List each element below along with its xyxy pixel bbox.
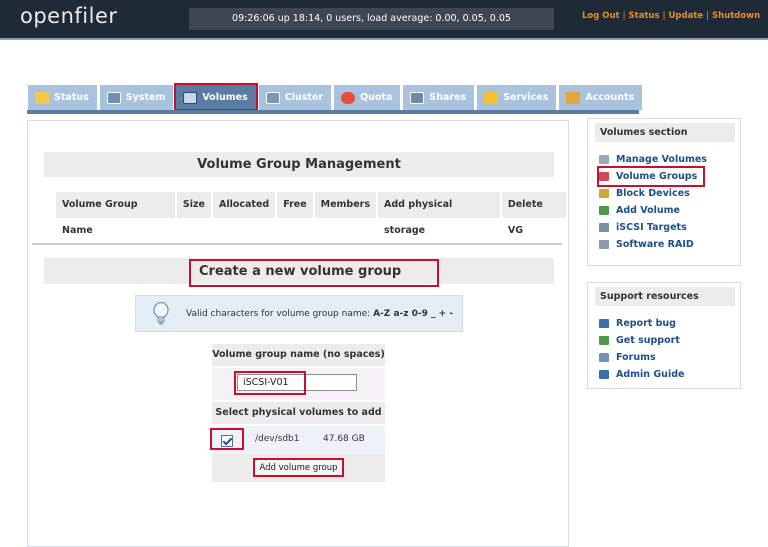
openfiler-logo: openfiler (20, 4, 118, 28)
sidebar-item-label: iSCSI Targets (616, 222, 687, 233)
block-devices-icon (599, 189, 609, 198)
tab-accounts[interactable]: Accounts (558, 84, 644, 110)
update-link[interactable]: Update (669, 11, 704, 21)
tab-cluster[interactable]: Cluster (257, 84, 333, 110)
create-vg-title: Create a new volume group (189, 259, 439, 287)
sidebar-item-label: Admin Guide (616, 369, 685, 380)
volumes-section-box: Volumes section Manage Volumes Volume Gr… (587, 118, 741, 266)
valid-chars-text: Valid characters for volume group name: … (186, 309, 453, 319)
sidebar-item-get-support[interactable]: Get support (599, 332, 684, 349)
support-resources-list: Report bug Get support Forums Admin Guid… (599, 315, 684, 383)
tab-volumes[interactable]: Volumes (174, 83, 258, 111)
pv-size: 47.68 GB (323, 434, 365, 444)
status-icon (35, 91, 49, 104)
sidebar-item-iscsi-targets[interactable]: iSCSI Targets (599, 219, 707, 236)
col-vg-name: Volume Group Name (56, 192, 175, 236)
tab-label: Status (54, 92, 89, 103)
forums-icon (599, 353, 609, 362)
tab-system[interactable]: System (98, 84, 175, 110)
pv-select-label: Select physical volumes to add (212, 402, 385, 424)
manage-volumes-icon (599, 155, 609, 164)
create-vg-form: Volume group name (no spaces) Select phy… (210, 344, 385, 482)
system-status-bar: 09:26:06 up 18:14, 0 users, load average… (189, 8, 554, 30)
support-resources-title: Support resources (595, 287, 735, 306)
main-panel: Volume Group Management Volume Group Nam… (27, 120, 569, 547)
info-label: Valid characters for volume group name: (186, 309, 371, 319)
sidebar-item-manage-volumes[interactable]: Manage Volumes (599, 151, 707, 168)
vg-name-label: Volume group name (no spaces) (212, 344, 385, 366)
quota-icon (341, 91, 356, 104)
software-raid-icon (599, 240, 609, 249)
main-tabs: Status System Volumes Cluster Quota Shar… (27, 83, 644, 111)
top-links: Log Out | Status | Update | Shutdown (582, 11, 761, 21)
tab-label: Shares (429, 92, 467, 103)
tab-label: Quota (360, 92, 393, 103)
col-allocated: Allocated (212, 192, 276, 218)
pv-device: /dev/sdb1 (255, 434, 300, 444)
tab-label: Cluster (284, 92, 324, 103)
sidebar-item-label: Get support (616, 335, 680, 346)
support-resources-box: Support resources Report bug Get support… (587, 282, 741, 389)
tab-underline (27, 110, 639, 114)
pv-checkbox[interactable] (221, 435, 233, 447)
admin-guide-icon (599, 370, 609, 379)
tab-quota[interactable]: Quota (333, 84, 402, 110)
accounts-icon (566, 91, 581, 104)
vg-management-title: Volume Group Management (44, 152, 554, 177)
sidebar-item-forums[interactable]: Forums (599, 349, 684, 366)
status-link[interactable]: Status (629, 11, 660, 21)
get-support-icon (599, 336, 609, 345)
cluster-icon (265, 91, 280, 104)
valid-chars: A-Z a-z 0-9 _ + - (373, 309, 454, 319)
tab-label: Services (503, 92, 549, 103)
submit-row: Add volume group (212, 454, 385, 482)
vg-table-header: Volume Group Name Size Allocated Free Me… (56, 192, 568, 236)
sidebar-item-label: Block Devices (616, 188, 690, 199)
sidebar-item-software-raid[interactable]: Software RAID (599, 236, 707, 253)
tab-label: System (125, 92, 166, 103)
col-members: Members (314, 192, 377, 218)
iscsi-targets-icon (599, 223, 609, 232)
col-delete-vg: Delete VG (501, 192, 566, 236)
add-volume-group-button[interactable]: Add volume group (253, 458, 344, 477)
add-volume-icon (599, 206, 609, 215)
sidebar-item-label: Add Volume (616, 205, 680, 216)
sidebar-item-label: Manage Volumes (616, 154, 707, 165)
sidebar-item-add-volume[interactable]: Add Volume (599, 202, 707, 219)
sidebar-item-admin-guide[interactable]: Admin Guide (599, 366, 684, 383)
col-size: Size (176, 192, 211, 218)
services-icon (484, 91, 499, 104)
pv-row: /dev/sdb1 47.68 GB (210, 426, 385, 454)
col-add-physical-storage: Add physical storage (378, 192, 500, 236)
sidebar-item-label: Volume Groups (616, 171, 698, 182)
tab-services[interactable]: Services (476, 84, 558, 110)
logout-link[interactable]: Log Out (582, 11, 620, 21)
checkbox-highlight (210, 428, 244, 450)
volumes-icon (183, 91, 198, 104)
sidebar-item-block-devices[interactable]: Block Devices (599, 185, 707, 202)
top-header: openfiler 09:26:06 up 18:14, 0 users, lo… (0, 0, 768, 38)
volumes-section-list: Manage Volumes Volume Groups Block Devic… (597, 151, 707, 253)
tab-label: Accounts (585, 92, 635, 103)
sidebar-item-label: Report bug (616, 318, 676, 329)
tab-shares[interactable]: Shares (402, 84, 476, 110)
sidebar-item-report-bug[interactable]: Report bug (599, 315, 684, 332)
volumes-section-title: Volumes section (595, 123, 735, 142)
vg-name-input[interactable] (237, 374, 357, 391)
volume-groups-icon (599, 172, 609, 181)
section-divider (32, 243, 562, 245)
shutdown-link[interactable]: Shutdown (712, 11, 760, 21)
tab-status[interactable]: Status (27, 84, 98, 110)
sidebar-item-volume-groups[interactable]: Volume Groups (597, 166, 705, 187)
sidebar-item-label: Software RAID (616, 239, 694, 250)
sidebar-item-label: Forums (616, 352, 656, 363)
lightbulb-icon (153, 302, 169, 325)
tab-label: Volumes (202, 92, 248, 103)
col-free: Free (277, 192, 313, 218)
system-icon (106, 91, 121, 104)
report-bug-icon (599, 319, 609, 328)
vg-name-row (212, 368, 385, 400)
shares-icon (410, 91, 425, 104)
info-box: Valid characters for volume group name: … (135, 295, 463, 332)
